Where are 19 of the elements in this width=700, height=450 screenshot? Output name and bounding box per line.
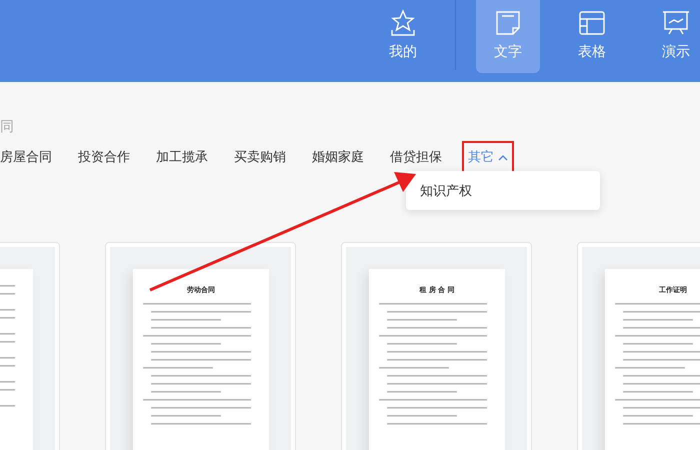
category-link[interactable]: 房屋合同 bbox=[0, 141, 58, 173]
category-link[interactable]: 加工揽承 bbox=[150, 141, 214, 173]
nav-label: 文字 bbox=[494, 43, 522, 61]
section-title: 同 bbox=[0, 118, 15, 137]
nav-tab[interactable]: 表格 bbox=[560, 0, 624, 73]
nav-tab[interactable]: 演示 bbox=[644, 0, 700, 73]
table-icon bbox=[578, 9, 606, 37]
category-link[interactable]: 借贷担保 bbox=[384, 141, 448, 173]
nav-tab[interactable]: 我的 bbox=[371, 0, 435, 73]
star-icon bbox=[389, 9, 417, 37]
category-link[interactable]: 婚姻家庭 bbox=[306, 141, 370, 173]
nav-label: 我的 bbox=[389, 43, 417, 61]
nav-label: 演示 bbox=[662, 43, 690, 61]
nav-label: 表格 bbox=[578, 43, 606, 61]
menu-item[interactable]: 知识产权 bbox=[406, 182, 472, 200]
presentation-icon bbox=[662, 9, 690, 37]
note-icon bbox=[494, 9, 522, 37]
category-link[interactable]: 投资合作 bbox=[72, 141, 136, 173]
category-link[interactable]: 买卖购销 bbox=[228, 141, 292, 173]
